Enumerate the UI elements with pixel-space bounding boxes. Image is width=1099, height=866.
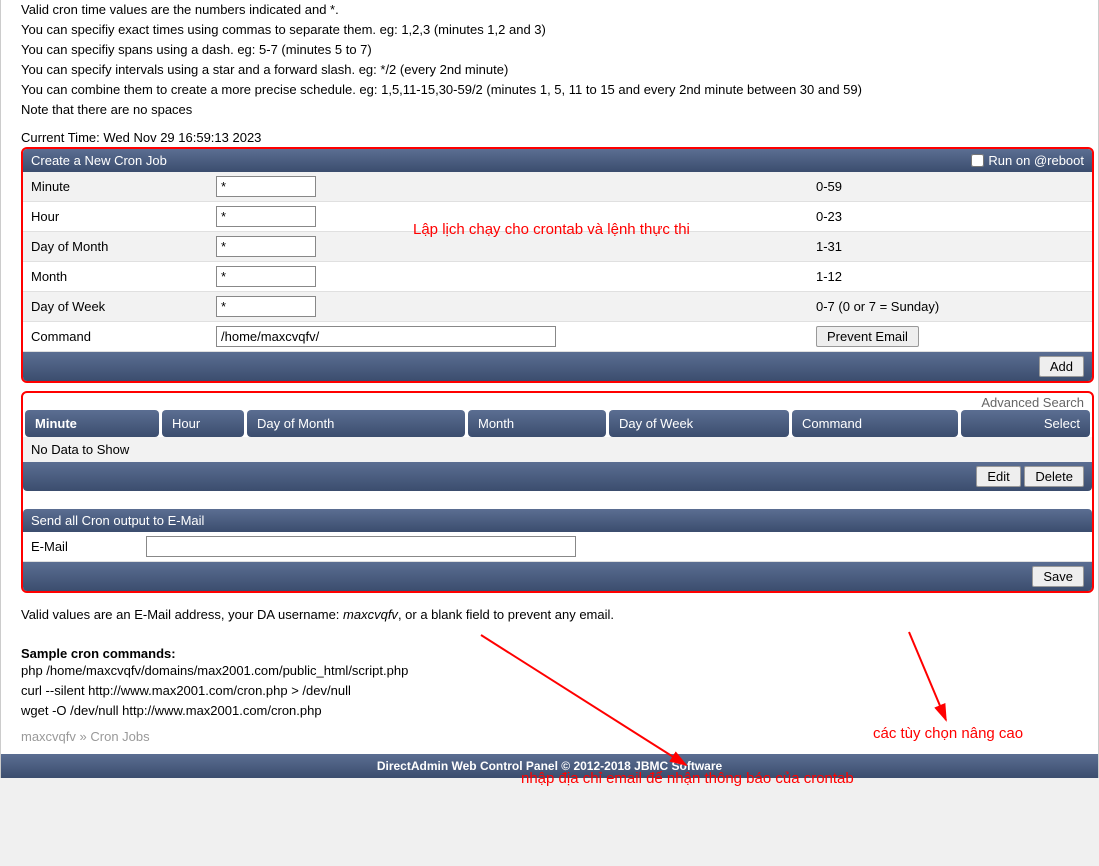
command-label: Command [23, 324, 208, 349]
help-line: Note that there are no spaces [21, 100, 1096, 120]
reboot-checkbox[interactable] [971, 154, 984, 167]
help-line: You can specifiy exact times using comma… [21, 20, 1096, 40]
create-cron-panel: Create a New Cron Job Run on @reboot Min… [21, 147, 1094, 383]
email-label: E-Mail [23, 534, 138, 559]
create-footer-bar: Add [23, 352, 1092, 381]
reboot-checkbox-label[interactable]: Run on @reboot [971, 153, 1084, 168]
no-data-row: No Data to Show [23, 437, 1092, 462]
dom-range: 1-31 [808, 234, 1092, 259]
help-line: Valid cron time values are the numbers i… [21, 0, 1096, 20]
sample-line: wget -O /dev/null http://www.max2001.com… [21, 701, 1096, 721]
command-input[interactable] [216, 326, 556, 347]
prevent-email-button[interactable]: Prevent Email [816, 326, 919, 347]
current-time: Current Time: Wed Nov 29 16:59:13 2023 [21, 130, 1096, 145]
month-range: 1-12 [808, 264, 1092, 289]
breadcrumb-user[interactable]: maxcvqfv [21, 729, 76, 744]
minute-input[interactable] [216, 176, 316, 197]
minute-range: 0-59 [808, 174, 1092, 199]
jobs-panel: Advanced Search Minute Hour Day of Month… [21, 391, 1094, 593]
th-minute[interactable]: Minute [25, 410, 159, 437]
th-dow[interactable]: Day of Week [609, 410, 789, 437]
dow-range: 0-7 (0 or 7 = Sunday) [808, 294, 1092, 319]
sample-line: curl --silent http://www.max2001.com/cro… [21, 681, 1096, 701]
dow-input[interactable] [216, 296, 316, 317]
month-label: Month [23, 264, 208, 289]
sample-line: php /home/maxcvqfv/domains/max2001.com/p… [21, 661, 1096, 681]
valid-email-note: Valid values are an E-Mail address, your… [21, 601, 1096, 628]
advanced-search-link[interactable]: Advanced Search [981, 395, 1084, 410]
email-input[interactable] [146, 536, 576, 557]
da-username: maxcvqfv [343, 607, 398, 622]
email-panel-header: Send all Cron output to E-Mail [23, 509, 1092, 532]
edit-button[interactable]: Edit [976, 466, 1020, 487]
page-footer: DirectAdmin Web Control Panel © 2012-201… [1, 754, 1098, 778]
th-cmd[interactable]: Command [792, 410, 958, 437]
help-line: You can specify intervals using a star a… [21, 60, 1096, 80]
sample-title: Sample cron commands: [21, 646, 1096, 661]
help-line: You can combine them to create a more pr… [21, 80, 1096, 100]
hour-label: Hour [23, 204, 208, 229]
help-line: You can specifiy spans using a dash. eg:… [21, 40, 1096, 60]
add-button[interactable]: Add [1039, 356, 1084, 377]
sample-commands: Sample cron commands: php /home/maxcvqfv… [21, 646, 1096, 721]
th-hour[interactable]: Hour [162, 410, 244, 437]
hour-input[interactable] [216, 206, 316, 227]
create-panel-title: Create a New Cron Job [31, 153, 167, 168]
minute-label: Minute [23, 174, 208, 199]
jobs-footer-bar: Edit Delete [23, 462, 1092, 491]
breadcrumb: maxcvqfv » Cron Jobs [1, 721, 1098, 754]
dow-label: Day of Week [23, 294, 208, 319]
email-footer-bar: Save [23, 562, 1092, 591]
create-panel-header: Create a New Cron Job Run on @reboot [23, 149, 1092, 172]
th-select[interactable]: Select [961, 410, 1090, 437]
help-text: Valid cron time values are the numbers i… [21, 0, 1096, 120]
reboot-label: Run on @reboot [988, 153, 1084, 168]
dom-label: Day of Month [23, 234, 208, 259]
delete-button[interactable]: Delete [1024, 466, 1084, 487]
month-input[interactable] [216, 266, 316, 287]
th-dom[interactable]: Day of Month [247, 410, 465, 437]
th-month[interactable]: Month [468, 410, 606, 437]
breadcrumb-page: Cron Jobs [90, 729, 149, 744]
save-button[interactable]: Save [1032, 566, 1084, 587]
jobs-table-header: Minute Hour Day of Month Month Day of We… [23, 410, 1092, 437]
hour-range: 0-23 [808, 204, 1092, 229]
email-panel-title: Send all Cron output to E-Mail [31, 513, 204, 528]
dom-input[interactable] [216, 236, 316, 257]
